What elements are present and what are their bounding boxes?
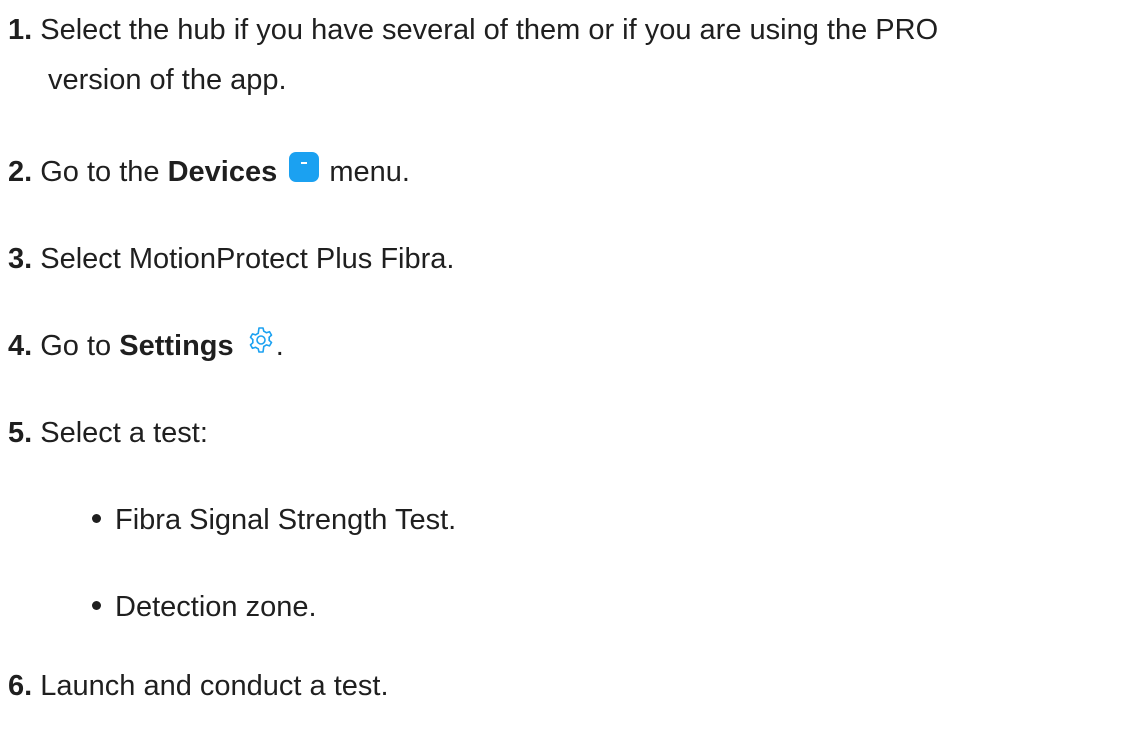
step-text-end: .: [275, 330, 284, 362]
step-text: Select the hub if you have several of th…: [32, 14, 939, 46]
list-item-text: Detection zone.: [115, 591, 317, 623]
step-number: 2.: [8, 156, 33, 188]
bullet-icon: [92, 600, 101, 610]
bullet-icon: [92, 513, 101, 523]
step-4: 4. Go to Settings .: [8, 321, 284, 371]
step-text: Select MotionProtect Plus Fibra.: [32, 243, 455, 275]
list-item: Detection zone.: [92, 582, 317, 632]
instructions-document: 1. Select the hub if you have several of…: [0, 0, 1148, 747]
step-text: Go to the: [32, 156, 168, 188]
devices-icon: [289, 152, 320, 183]
step-text: Go to: [32, 330, 120, 362]
step-number: 5.: [8, 417, 33, 449]
step-2: 2. Go to the Devices menu.: [8, 147, 410, 197]
step-number: 4.: [8, 330, 33, 362]
step-5: 5. Select a test:: [8, 408, 208, 458]
step-1: 1. Select the hub if you have several of…: [8, 5, 938, 105]
step-number: 6.: [8, 670, 33, 702]
settings-label: Settings: [119, 330, 234, 362]
devices-menu-label: Devices: [167, 156, 278, 188]
gear-icon: [249, 327, 273, 354]
step-text: Launch and conduct a test.: [32, 670, 389, 702]
step-6: 6. Launch and conduct a test.: [8, 661, 389, 711]
step-number: 1.: [8, 14, 33, 46]
step-number: 3.: [8, 243, 33, 275]
step-text-end: menu.: [321, 156, 410, 188]
step-text-continued: version of the app.: [48, 64, 287, 96]
list-item-text: Fibra Signal Strength Test.: [115, 504, 457, 536]
step-text: Select a test:: [32, 417, 208, 449]
step-3: 3. Select MotionProtect Plus Fibra.: [8, 234, 454, 284]
list-item: Fibra Signal Strength Test.: [92, 495, 456, 545]
